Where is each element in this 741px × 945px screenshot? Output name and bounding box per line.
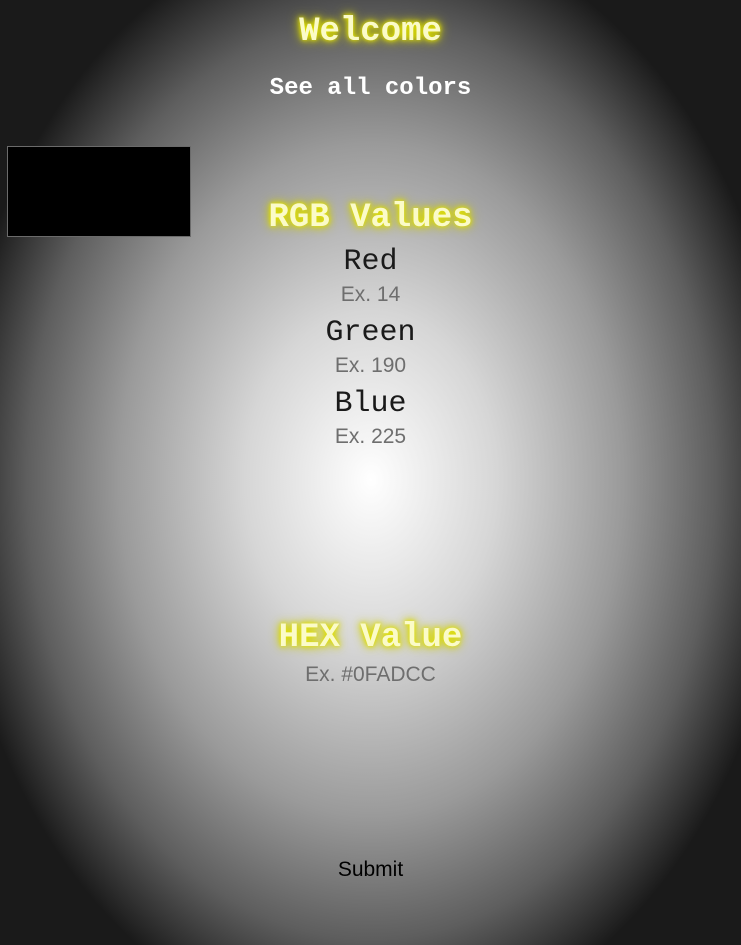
- hex-input[interactable]: [240, 662, 501, 688]
- red-label: Red: [343, 245, 398, 279]
- see-all-colors-link[interactable]: See all colors: [270, 74, 472, 104]
- red-input[interactable]: [270, 282, 471, 308]
- blue-label: Blue: [334, 387, 407, 421]
- page-title: Welcome: [299, 13, 442, 51]
- green-label: Green: [325, 316, 416, 350]
- hex-section-title: HEX Value: [278, 619, 463, 657]
- rgb-section-title: RGB Values: [268, 199, 473, 237]
- submit-button[interactable]: Submit: [334, 856, 407, 884]
- green-input[interactable]: [270, 353, 471, 379]
- blue-input[interactable]: [270, 424, 471, 450]
